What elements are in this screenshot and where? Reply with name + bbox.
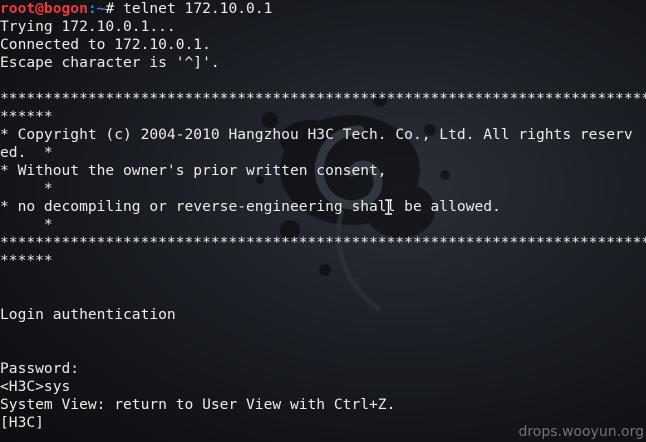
output-line-trying: Trying 172.10.0.1...: [0, 18, 176, 35]
banner-consent-wrap: *: [0, 180, 53, 197]
banner-border-top: ****************************************…: [0, 90, 646, 107]
banner-copyright: * Copyright (c) 2004-2010 Hangzhou H3C T…: [0, 126, 633, 143]
prompt-command: telnet 172.10.0.1: [114, 0, 273, 17]
output-line-login: Login authentication: [0, 306, 176, 323]
output-line-password: Password:: [0, 360, 80, 377]
terminal-output[interactable]: root@bogon:~# telnet 172.10.0.1 Trying 1…: [0, 0, 646, 442]
prompt-symbol: #: [105, 0, 115, 17]
banner-decompiling-wrap: *: [0, 216, 53, 233]
banner-border-top-wrap: ******: [0, 108, 53, 125]
banner-border-bottom-wrap: ******: [0, 252, 53, 269]
prompt-user-host: root@bogon: [0, 0, 88, 17]
banner-copyright-wrap: ed. *: [0, 144, 53, 161]
ibeam-cursor-icon: [385, 199, 392, 215]
prompt-line: root@bogon:~# telnet 172.10.0.1: [0, 0, 272, 18]
terminal-window[interactable]: { "terminal": { "prompt": { "user_host":…: [0, 0, 646, 442]
prompt-path: :~: [87, 0, 106, 17]
output-line-system-view: System View: return to User View with Ct…: [0, 396, 396, 413]
banner-decompiling: * no decompiling or reverse-engineering …: [0, 198, 501, 215]
output-line-connected: Connected to 172.10.0.1.: [0, 36, 211, 53]
output-line-h3c-prompt: [H3C]: [0, 414, 44, 431]
banner-border-bottom: ****************************************…: [0, 234, 646, 251]
output-line-escape: Escape character is '^]'.: [0, 54, 220, 71]
output-line-sys-command: <H3C>sys: [0, 378, 71, 395]
banner-consent: * Without the owner's prior written cons…: [0, 162, 387, 179]
watermark-text: drops.wooyun.org: [518, 424, 644, 440]
